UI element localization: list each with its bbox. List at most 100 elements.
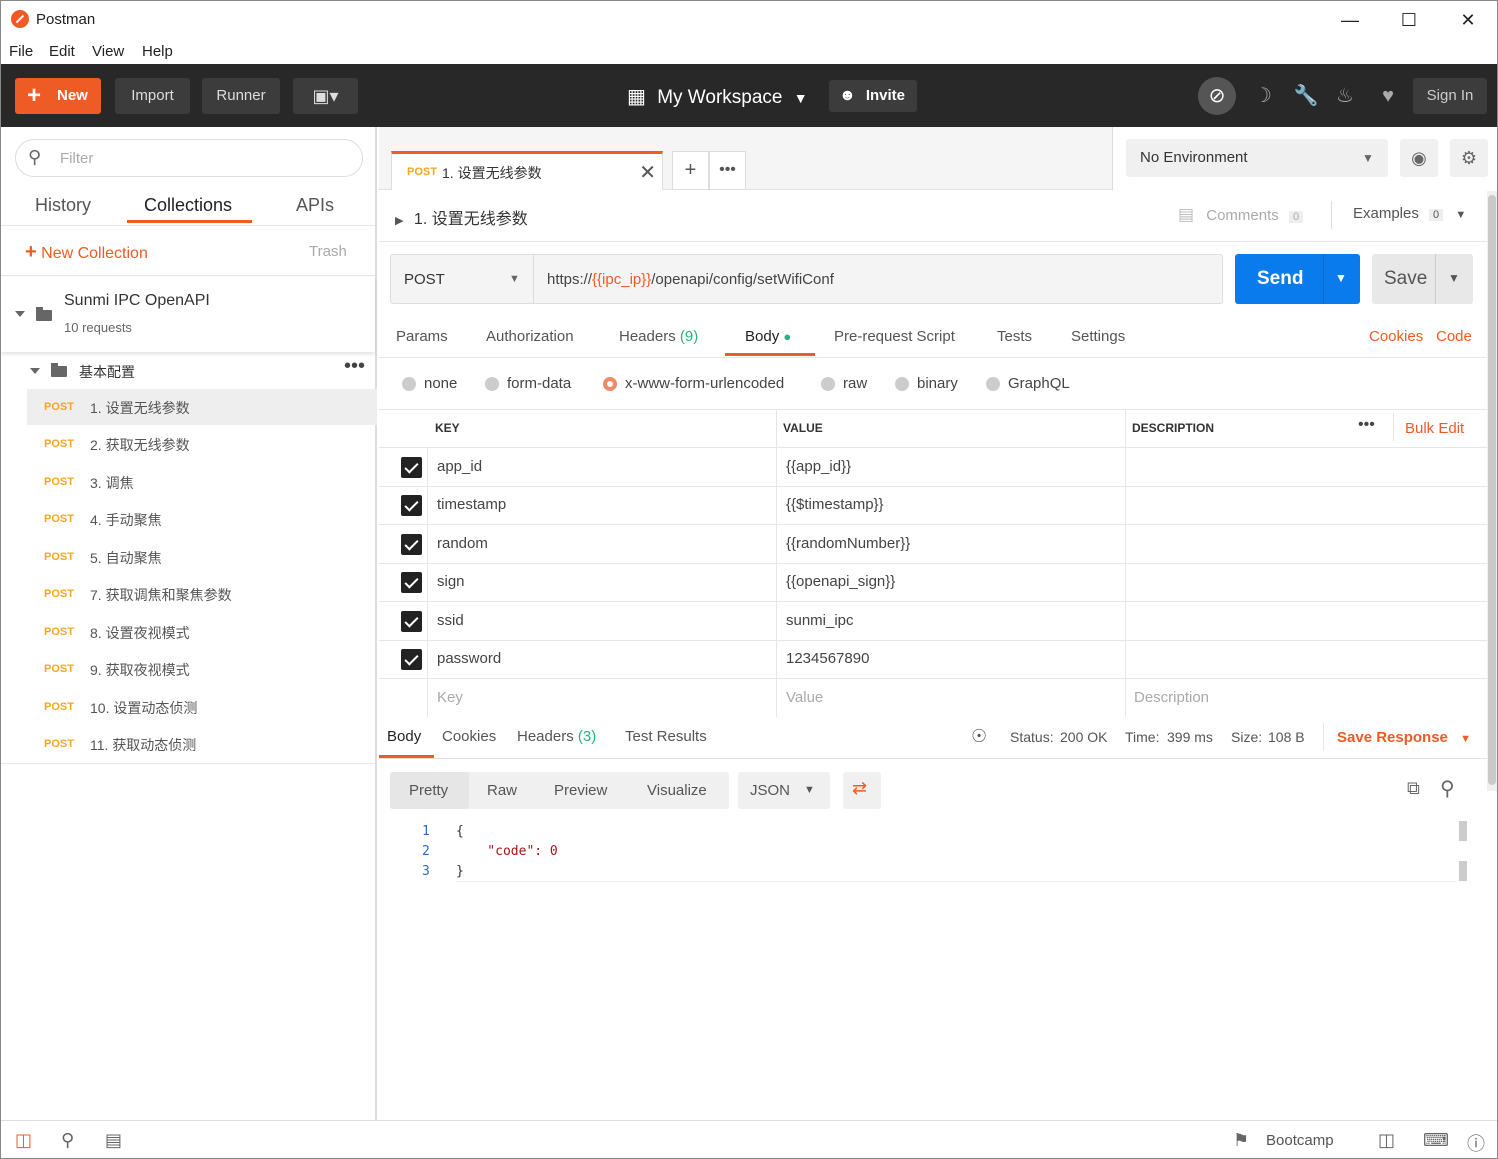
request-title[interactable]: ▶ 1. 设置无线参数 xyxy=(395,205,528,229)
row-checkbox[interactable] xyxy=(401,611,422,632)
send-button[interactable]: Send ▼ xyxy=(1235,254,1360,304)
close-tab-icon[interactable]: ✕ xyxy=(639,160,656,185)
request-item[interactable]: POST 4. 手动聚焦 xyxy=(27,501,377,537)
scrollbar-thumb[interactable] xyxy=(1488,195,1496,785)
tab-history[interactable]: History xyxy=(35,195,91,216)
format-visualize[interactable]: Visualize xyxy=(647,782,707,799)
bootcamp-icon[interactable]: ⚑ xyxy=(1233,1130,1249,1151)
comments-button[interactable]: ▤ Comments 0 xyxy=(1178,205,1304,225)
radio-raw[interactable] xyxy=(821,377,835,391)
row-checkbox[interactable] xyxy=(401,457,422,478)
response-tab-cookies[interactable]: Cookies xyxy=(442,728,496,745)
sync-off-icon[interactable]: ⊘ xyxy=(1198,77,1236,115)
menu-view[interactable]: View xyxy=(92,43,124,60)
gear-icon[interactable]: ⚙ xyxy=(1450,139,1488,177)
eye-icon[interactable]: ◉ xyxy=(1400,139,1438,177)
menu-edit[interactable]: Edit xyxy=(49,43,75,60)
format-preview[interactable]: Preview xyxy=(554,782,607,799)
toggle-sidebar-icon[interactable]: ◫ xyxy=(15,1130,32,1151)
help-icon[interactable]: ⓘ xyxy=(1467,1130,1485,1156)
row-key[interactable]: password xyxy=(437,650,501,667)
console-icon[interactable]: ▤ xyxy=(105,1130,122,1151)
wrap-lines-icon[interactable]: ⇄ xyxy=(843,772,881,809)
response-tab-tests[interactable]: Test Results xyxy=(625,728,707,745)
tab-settings[interactable]: Settings xyxy=(1071,328,1125,345)
radio-graphql[interactable] xyxy=(986,377,1000,391)
tab-options-icon[interactable]: ••• xyxy=(709,151,746,190)
bootcamp-link[interactable]: Bootcamp xyxy=(1266,1132,1334,1149)
code-line[interactable]: } xyxy=(456,864,464,879)
row-value[interactable]: 1234567890 xyxy=(786,650,869,667)
row-key[interactable]: app_id xyxy=(437,458,482,475)
runner-button[interactable]: Runner xyxy=(202,78,280,114)
bulk-edit-link[interactable]: Bulk Edit xyxy=(1405,420,1464,437)
scrollbar-thumb[interactable] xyxy=(1459,861,1467,881)
new-button[interactable]: + New xyxy=(15,78,101,114)
row-checkbox[interactable] xyxy=(401,534,422,555)
description-input[interactable]: Description xyxy=(1134,689,1209,706)
invite-button[interactable]: ☻ Invite xyxy=(829,80,917,112)
row-value[interactable]: {{$timestamp}} xyxy=(786,496,884,513)
request-item[interactable]: POST 7. 获取调焦和聚焦参数 xyxy=(27,576,377,612)
row-checkbox[interactable] xyxy=(401,572,422,593)
row-checkbox[interactable] xyxy=(401,495,422,516)
request-item[interactable]: POST 10. 设置动态侦测 xyxy=(27,689,377,725)
tab-body[interactable]: Body ● xyxy=(745,328,791,345)
cookies-link[interactable]: Cookies xyxy=(1369,328,1423,345)
tab-pre-request-script[interactable]: Pre-request Script xyxy=(834,328,955,345)
new-collection-button[interactable]: + New Collection xyxy=(25,241,148,264)
language-select[interactable]: JSON ▼ xyxy=(738,772,830,809)
row-value[interactable]: sunmi_ipc xyxy=(786,612,854,629)
response-tab-body[interactable]: Body xyxy=(387,728,421,745)
code-link[interactable]: Code xyxy=(1436,328,1472,345)
two-pane-icon[interactable]: ◫ xyxy=(1378,1130,1395,1151)
request-item[interactable]: POST 11. 获取动态侦测 xyxy=(27,726,377,762)
request-item[interactable]: POST 1. 设置无线参数 xyxy=(27,389,377,425)
import-button[interactable]: Import xyxy=(115,78,190,114)
chevron-down-icon[interactable]: ▼ xyxy=(1335,271,1347,285)
main-scrollbar[interactable] xyxy=(1487,191,1497,791)
save-button[interactable]: Save ▼ xyxy=(1372,254,1473,304)
menu-help[interactable]: Help xyxy=(142,43,173,60)
heart-icon[interactable]: ♥ xyxy=(1372,80,1404,112)
caret-down-icon[interactable] xyxy=(30,368,40,374)
value-input[interactable]: Value xyxy=(786,689,823,706)
globe-icon[interactable]: ☉ xyxy=(971,726,987,747)
menu-file[interactable]: File xyxy=(9,43,33,60)
search-icon[interactable]: ⚲ xyxy=(1440,776,1455,801)
save-response-button[interactable]: Save Response ▼ xyxy=(1337,729,1471,746)
row-key[interactable]: ssid xyxy=(437,612,464,629)
request-item[interactable]: POST 2. 获取无线参数 xyxy=(27,426,377,462)
url-input[interactable]: https://{{ipc_ip}}/openapi/config/setWif… xyxy=(547,271,834,288)
row-value[interactable]: {{openapi_sign}} xyxy=(786,573,895,590)
row-value[interactable]: {{app_id}} xyxy=(786,458,851,475)
new-window-button[interactable]: ▣▾ xyxy=(293,78,358,114)
workspace-selector[interactable]: ▦ My Workspace ▼ xyxy=(627,84,808,109)
caret-right-icon[interactable]: ▶ xyxy=(395,215,403,227)
radio-urlencoded[interactable] xyxy=(603,377,617,391)
filter-input[interactable]: ⚲ Filter xyxy=(15,139,363,177)
format-raw[interactable]: Raw xyxy=(487,782,517,799)
row-key[interactable]: random xyxy=(437,535,488,552)
find-icon[interactable]: ⚲ xyxy=(61,1130,74,1151)
radio-form-data[interactable] xyxy=(485,377,499,391)
collection-item[interactable]: Sunmi IPC OpenAPI 10 requests xyxy=(1,277,375,352)
trash-link[interactable]: Trash xyxy=(309,243,347,260)
key-input[interactable]: Key xyxy=(437,689,463,706)
environment-select[interactable]: No Environment ▼ xyxy=(1126,139,1388,177)
more-icon[interactable]: ••• xyxy=(344,355,365,378)
row-value[interactable]: {{randomNumber}} xyxy=(786,535,910,552)
tab-apis[interactable]: APIs xyxy=(296,195,334,216)
row-key[interactable]: sign xyxy=(437,573,465,590)
request-item[interactable]: POST 9. 获取夜视模式 xyxy=(27,651,377,687)
minimize-icon[interactable]: — xyxy=(1335,7,1365,33)
tab-collections[interactable]: Collections xyxy=(144,195,232,216)
keyboard-icon[interactable]: ⌨ xyxy=(1423,1130,1449,1151)
sign-in-button[interactable]: Sign In xyxy=(1413,78,1487,114)
close-icon[interactable]: ✕ xyxy=(1453,7,1483,33)
bell-icon[interactable]: ♨ xyxy=(1329,80,1361,112)
tab-headers[interactable]: Headers (9) xyxy=(619,328,698,345)
request-tab[interactable]: POST 1. 设置无线参数 ✕ xyxy=(391,151,663,190)
row-checkbox[interactable] xyxy=(401,649,422,670)
radio-none[interactable] xyxy=(402,377,416,391)
